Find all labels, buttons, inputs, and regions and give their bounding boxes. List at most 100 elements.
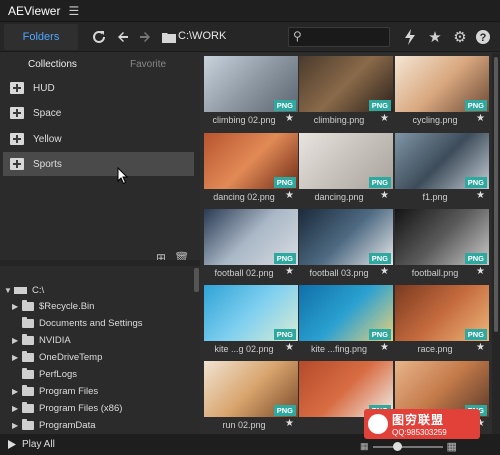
thumbnail-image[interactable]: PNG xyxy=(395,285,489,341)
thumbnail-image[interactable]: PNG xyxy=(299,209,393,265)
thumbnail-image[interactable]: PNG xyxy=(299,133,393,189)
thumbnail-filename: football 03.png xyxy=(309,268,369,278)
collection-icon xyxy=(10,82,24,94)
thumbnail-image[interactable]: PNG xyxy=(299,56,393,112)
thumbnail-image[interactable]: PNG xyxy=(395,133,489,189)
file-type-badge: PNG xyxy=(368,253,391,264)
thumbnail-image[interactable]: PNG xyxy=(204,133,298,189)
favorite-star-icon[interactable]: ★ xyxy=(476,342,485,353)
collection-item-space[interactable]: Space xyxy=(3,101,194,125)
tree-scrollbar[interactable] xyxy=(194,268,199,292)
tree-node-drive[interactable]: ▼ C:\ xyxy=(4,285,44,296)
tree-node[interactable]: ▶ NVIDIA xyxy=(12,334,71,346)
tab-folders[interactable]: Folders xyxy=(4,24,78,50)
thumbnail-tile[interactable]: PNG kite ...fing.png ★ xyxy=(299,285,393,361)
thumbnail-tile[interactable]: PNG dancing 02.png ★ xyxy=(204,133,298,209)
expand-arrow-icon[interactable]: ▶ xyxy=(12,336,22,345)
thumbnail-filename: dancing.png xyxy=(314,192,364,202)
tree-node[interactable]: ▶ Program Files (x86) xyxy=(12,402,122,414)
lightning-icon[interactable] xyxy=(399,26,421,48)
grid-scrollbar[interactable] xyxy=(492,53,500,434)
tree-label: OneDriveTemp xyxy=(39,352,103,363)
thumbnail-filename: kite ...g 02.png xyxy=(214,344,274,354)
folder-icon xyxy=(22,368,34,379)
expand-arrow-icon[interactable]: ▶ xyxy=(12,421,22,430)
help-icon[interactable]: ? xyxy=(472,26,494,48)
folder-tree: ▼ C:\ ▶ $Recycle.Bin Documents and Setti… xyxy=(0,279,194,439)
favorite-star-icon[interactable]: ★ xyxy=(476,266,485,277)
small-grid-icon[interactable]: ▦ xyxy=(360,441,369,452)
thumbnail-tile[interactable]: PNG football 02.png ★ xyxy=(204,209,298,285)
panel-divider[interactable] xyxy=(0,260,200,266)
thumbnail-tile[interactable]: PNG f1.png ★ xyxy=(395,133,489,209)
large-grid-icon[interactable]: ▦ xyxy=(447,440,457,453)
favorite-star-icon[interactable]: ★ xyxy=(380,190,389,201)
favorite-star-icon[interactable]: ★ xyxy=(285,113,294,124)
forward-arrow-icon[interactable] xyxy=(134,26,156,48)
gear-icon[interactable]: ⚙ xyxy=(449,26,471,48)
zoom-slider[interactable] xyxy=(372,441,443,451)
thumbnail-tile[interactable]: PNG race.png ★ xyxy=(395,285,489,361)
tab-favorite[interactable]: Favorite xyxy=(130,59,166,70)
search-input[interactable]: ⚲ xyxy=(288,27,390,47)
collection-item-hud[interactable]: HUD xyxy=(3,76,194,100)
scrollbar-thumb[interactable] xyxy=(494,57,498,332)
thumbnail-filename: football 02.png xyxy=(214,268,274,278)
folder-icon xyxy=(22,419,34,430)
tree-node[interactable]: ▶ OneDriveTemp xyxy=(12,351,103,363)
tree-label: ProgramData xyxy=(39,420,96,431)
file-type-badge: PNG xyxy=(368,177,391,188)
file-type-badge: PNG xyxy=(273,100,296,111)
tab-collections[interactable]: Collections xyxy=(28,59,77,70)
expand-arrow-icon[interactable]: ▶ xyxy=(12,353,22,362)
thumbnail-filename: climbing 02.png xyxy=(212,115,276,125)
thumbnail-tile[interactable]: PNG football 03.png ★ xyxy=(299,209,393,285)
tree-node[interactable]: ▶ Program Files xyxy=(12,385,98,397)
favorite-star-icon[interactable]: ★ xyxy=(380,113,389,124)
expand-arrow-icon[interactable]: ▼ xyxy=(4,286,14,295)
file-type-badge: PNG xyxy=(368,100,391,111)
thumbnail-tile[interactable]: PNG run 02.png ★ xyxy=(204,361,298,434)
thumbnail-image[interactable]: PNG xyxy=(204,361,298,417)
thumbnail-image[interactable]: PNG xyxy=(204,285,298,341)
favorite-star-icon[interactable]: ★ xyxy=(285,418,294,429)
favorite-star-icon[interactable]: ★ xyxy=(380,342,389,353)
expand-arrow-icon[interactable]: ▶ xyxy=(12,387,22,396)
expand-arrow-icon[interactable]: ▶ xyxy=(12,404,22,413)
current-path: C:\WORK xyxy=(178,30,227,42)
thumbnail-image[interactable]: PNG xyxy=(395,209,489,265)
thumbnail-tile[interactable]: PNG cycling.png ★ xyxy=(395,56,489,132)
hamburger-menu-icon[interactable]: ☰ xyxy=(68,4,79,18)
tree-node[interactable]: PerfLogs xyxy=(12,368,77,380)
play-all-button[interactable]: Play All xyxy=(8,439,55,450)
file-type-badge: PNG xyxy=(464,177,487,188)
thumbnail-tile[interactable]: PNG climbing 02.png ★ xyxy=(204,56,298,132)
thumbnail-grid: PNG climbing 02.png ★ PNG climbing.png ★ PNG cy… xyxy=(200,53,492,434)
favorite-star-icon[interactable]: ★ xyxy=(476,190,485,201)
tree-node[interactable]: ▶ ProgramData xyxy=(12,419,96,431)
favorite-star-icon[interactable]: ★ xyxy=(285,266,294,277)
favorite-star-icon[interactable]: ★ xyxy=(285,342,294,353)
thumbnail-tile[interactable]: PNG dancing.png ★ xyxy=(299,133,393,209)
thumbnail-image[interactable]: PNG xyxy=(204,209,298,265)
tree-node[interactable]: Documents and Settings xyxy=(12,317,143,329)
thumbnail-image[interactable]: PNG xyxy=(395,56,489,112)
thumbnail-tile[interactable]: PNG kite ...g 02.png ★ xyxy=(204,285,298,361)
favorite-star-icon[interactable]: ★ xyxy=(285,190,294,201)
back-arrow-icon[interactable] xyxy=(112,26,134,48)
collection-item-yellow[interactable]: Yellow xyxy=(3,127,194,151)
favorite-star-icon[interactable]: ★ xyxy=(380,266,389,277)
thumbnail-tile[interactable]: PNG climbing.png ★ xyxy=(299,56,393,132)
thumbnail-tile[interactable]: PNG football.png ★ xyxy=(395,209,489,285)
tree-label: C:\ xyxy=(32,285,45,296)
refresh-icon[interactable] xyxy=(88,26,110,48)
favorite-star-icon[interactable]: ★ xyxy=(476,113,485,124)
file-type-badge: PNG xyxy=(368,329,391,340)
collection-item-sports[interactable]: Sports xyxy=(3,152,194,176)
tree-node[interactable]: ▶ $Recycle.Bin xyxy=(12,300,94,312)
star-icon[interactable]: ★ xyxy=(424,26,446,48)
thumbnail-image[interactable]: PNG xyxy=(204,56,298,112)
thumbnail-image[interactable]: PNG xyxy=(299,285,393,341)
expand-arrow-icon[interactable]: ▶ xyxy=(12,302,22,311)
zoom-slider-knob[interactable] xyxy=(393,441,403,451)
